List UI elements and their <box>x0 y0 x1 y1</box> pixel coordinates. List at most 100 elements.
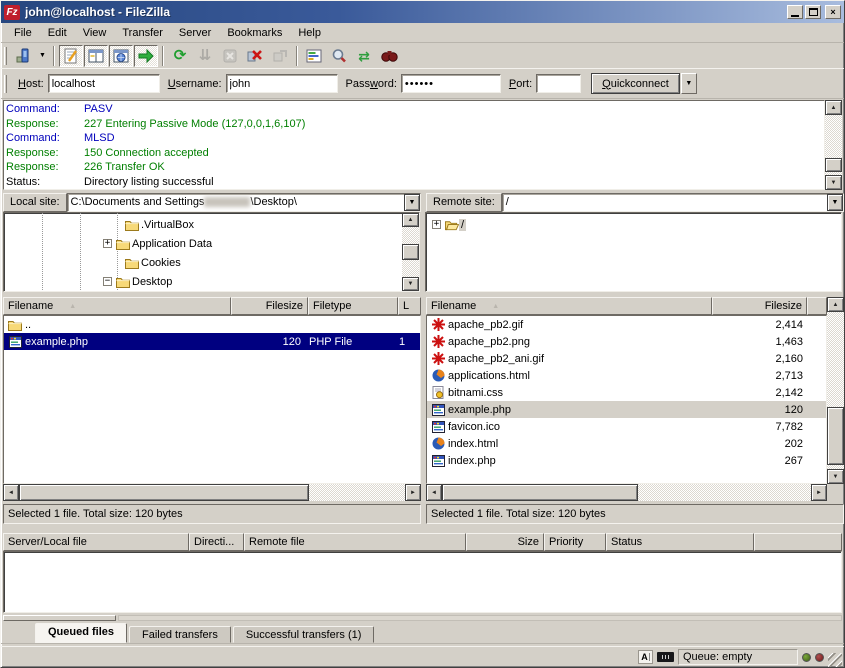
scroll-left-button[interactable]: ◄ <box>426 484 442 501</box>
scroll-track[interactable] <box>118 615 842 621</box>
collapse-icon[interactable]: − <box>103 277 112 286</box>
menu-help[interactable]: Help <box>291 25 328 41</box>
column-header-filesize[interactable]: Filesize <box>712 297 807 315</box>
scroll-right-button[interactable]: ► <box>811 484 827 501</box>
column-header-server-local-file[interactable]: Server/Local file <box>3 533 189 551</box>
scroll-down-button[interactable]: ▼ <box>402 277 419 291</box>
menu-transfer[interactable]: Transfer <box>115 25 170 41</box>
column-header-size[interactable]: Size <box>466 533 544 551</box>
tree-item[interactable]: +/ <box>426 215 841 234</box>
scroll-thumb[interactable] <box>19 484 309 501</box>
transfer-queue-list[interactable] <box>3 551 842 613</box>
column-header-lastmodified[interactable]: L <box>398 297 421 315</box>
synchronized-browsing-button[interactable]: ⇄ <box>352 45 376 67</box>
file-row[interactable]: .. <box>4 316 420 333</box>
maximize-button[interactable] <box>805 5 821 19</box>
tree-item[interactable]: Cookies <box>4 253 402 272</box>
quickconnect-dropdown[interactable]: ▼ <box>681 73 697 94</box>
scroll-down-button[interactable]: ▼ <box>827 469 844 484</box>
toggle-message-log-button[interactable] <box>59 45 83 67</box>
directory-comparison-button[interactable] <box>327 45 351 67</box>
tab-failed-transfers[interactable]: Failed transfers <box>129 626 231 643</box>
column-header-filesize[interactable]: Filesize <box>231 297 308 315</box>
file-row[interactable]: index.html202 <box>427 435 826 452</box>
local-site-combo[interactable]: C:\Documents and Settings\Desktop\ ▼ <box>67 193 421 212</box>
scroll-right-button[interactable]: ► <box>405 484 421 501</box>
data-type-indicator-icon[interactable]: A <box>638 650 653 664</box>
scroll-thumb[interactable] <box>825 158 842 172</box>
queue-hscrollbar[interactable] <box>3 615 842 623</box>
quickconnect-button[interactable]: Quickconnect <box>591 73 680 94</box>
password-input[interactable] <box>401 74 501 93</box>
toggle-remote-tree-button[interactable] <box>109 45 133 67</box>
column-header-filename[interactable]: Filename▲ <box>426 297 712 315</box>
file-row[interactable]: bitnami.css2,142 <box>427 384 826 401</box>
remote-site-dropdown[interactable]: ▼ <box>827 194 843 211</box>
minimize-button[interactable] <box>787 5 803 19</box>
scroll-down-button[interactable]: ▼ <box>825 175 842 190</box>
site-manager-dropdown[interactable]: ▼ <box>36 45 49 67</box>
scroll-left-button[interactable]: ◄ <box>3 484 19 501</box>
expand-icon[interactable]: + <box>103 239 112 248</box>
scroll-up-button[interactable]: ▲ <box>825 100 842 115</box>
message-log[interactable]: Command:PASV Response:227 Entering Passi… <box>3 100 825 190</box>
refresh-button[interactable]: ⟳ <box>168 45 192 67</box>
column-header-remote-file[interactable]: Remote file <box>244 533 466 551</box>
indicator-badge-icon[interactable] <box>657 652 674 662</box>
host-input[interactable] <box>48 74 160 93</box>
file-row[interactable]: favicon.ico7,782 <box>427 418 826 435</box>
quickbar-grip[interactable] <box>4 75 7 93</box>
menu-file[interactable]: File <box>7 25 39 41</box>
column-header-status[interactable]: Status <box>606 533 754 551</box>
local-directory-tree[interactable]: .VirtualBox +Application Data Cookies −D… <box>4 213 402 291</box>
column-header-filename[interactable]: Filename▲ <box>3 297 231 315</box>
file-row[interactable]: applications.html2,713 <box>427 367 826 384</box>
resize-grip[interactable] <box>828 653 842 667</box>
scroll-up-button[interactable]: ▲ <box>402 213 419 227</box>
remote-list-scrollbar[interactable]: ▲ ▼ <box>827 315 844 484</box>
local-tree-scrollbar[interactable]: ▲ ▼ <box>402 213 419 291</box>
username-input[interactable] <box>226 74 338 93</box>
find-files-button[interactable] <box>377 45 401 67</box>
title-bar[interactable]: Fz john@localhost - FileZilla × <box>1 1 844 23</box>
toolbar-grip[interactable] <box>4 47 7 65</box>
file-row-selected[interactable]: example.php 120 PHP File 1 <box>4 333 420 350</box>
scroll-thumb[interactable] <box>442 484 638 501</box>
tree-item[interactable]: +Application Data <box>4 234 402 253</box>
column-header-priority[interactable]: Priority <box>544 533 606 551</box>
scroll-up-button[interactable]: ▲ <box>827 297 844 312</box>
file-row[interactable]: apache_pb2.gif2,414 <box>427 316 826 333</box>
log-scrollbar[interactable]: ▲ ▼ <box>825 100 842 190</box>
scroll-thumb[interactable] <box>3 615 116 621</box>
disconnect-button[interactable] <box>243 45 267 67</box>
toggle-transfer-queue-button[interactable] <box>134 45 158 67</box>
expand-icon[interactable]: + <box>432 220 441 229</box>
close-button[interactable]: × <box>825 5 841 19</box>
tree-item[interactable]: .VirtualBox <box>4 215 402 234</box>
menu-edit[interactable]: Edit <box>41 25 74 41</box>
tree-item[interactable]: −Desktop <box>4 272 402 291</box>
remote-file-list[interactable]: apache_pb2.gif2,414 apache_pb2.png1,463 … <box>426 315 827 484</box>
local-file-list[interactable]: .. example.php 120 PHP File 1 <box>3 315 421 484</box>
scroll-track[interactable] <box>638 484 811 501</box>
scroll-thumb[interactable] <box>827 407 844 465</box>
menu-view[interactable]: View <box>76 25 114 41</box>
remote-directory-tree[interactable]: +/ <box>426 213 841 291</box>
file-row[interactable]: index.php267 <box>427 452 826 469</box>
tab-queued-files[interactable]: Queued files <box>35 623 127 643</box>
column-header-filetype[interactable]: Filetype <box>308 297 398 315</box>
tab-successful-transfers[interactable]: Successful transfers (1) <box>233 626 375 643</box>
menu-server[interactable]: Server <box>172 25 218 41</box>
file-row-selected[interactable]: example.php120 <box>427 401 826 418</box>
local-list-hscrollbar[interactable]: ◄ ► <box>3 484 421 501</box>
scroll-thumb[interactable] <box>402 244 419 260</box>
remote-list-hscrollbar[interactable]: ◄ ► <box>426 484 827 501</box>
menu-bookmarks[interactable]: Bookmarks <box>220 25 289 41</box>
file-row[interactable]: apache_pb2_ani.gif2,160 <box>427 350 826 367</box>
site-manager-button[interactable] <box>11 45 35 67</box>
toggle-local-tree-button[interactable] <box>84 45 108 67</box>
file-row[interactable]: apache_pb2.png1,463 <box>427 333 826 350</box>
remote-site-combo[interactable]: / ▼ <box>502 193 844 212</box>
column-header-direction[interactable]: Directi... <box>189 533 244 551</box>
directory-filters-button[interactable] <box>302 45 326 67</box>
